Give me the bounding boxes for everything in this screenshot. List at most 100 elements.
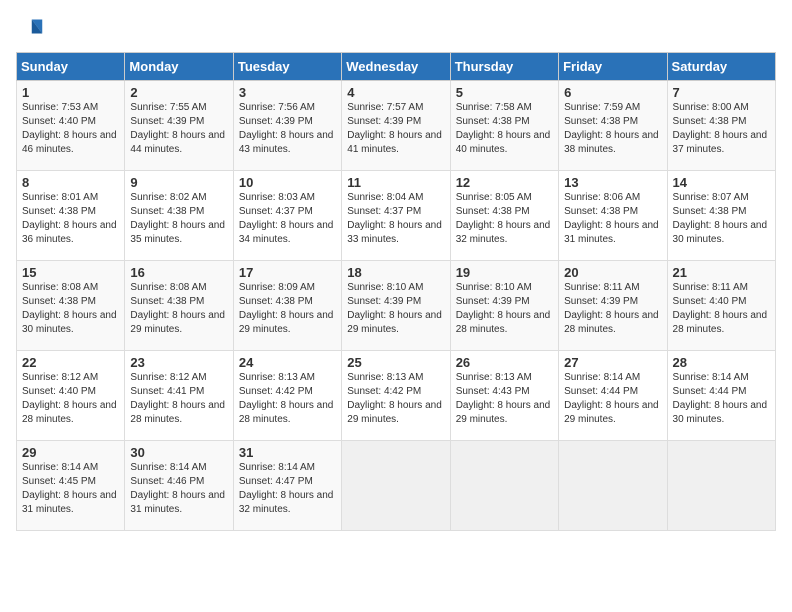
day-info: Sunrise: 8:13 AM Sunset: 4:42 PM Dayligh… — [347, 371, 444, 427]
day-info: Sunrise: 8:07 AM Sunset: 4:38 PM Dayligh… — [673, 191, 770, 247]
logo — [16, 16, 48, 44]
calendar-header: SundayMondayTuesdayWednesdayThursdayFrid… — [17, 53, 776, 81]
header-saturday: Saturday — [667, 53, 775, 81]
day-info: Sunrise: 7:55 AM Sunset: 4:39 PM Dayligh… — [130, 101, 227, 157]
day-cell: 15 Sunrise: 8:08 AM Sunset: 4:38 PM Dayl… — [17, 261, 125, 351]
day-info: Sunrise: 8:11 AM Sunset: 4:39 PM Dayligh… — [564, 281, 661, 337]
day-cell: 2 Sunrise: 7:55 AM Sunset: 4:39 PM Dayli… — [125, 81, 233, 171]
week-row-4: 22 Sunrise: 8:12 AM Sunset: 4:40 PM Dayl… — [17, 351, 776, 441]
day-info: Sunrise: 7:56 AM Sunset: 4:39 PM Dayligh… — [239, 101, 336, 157]
header-friday: Friday — [559, 53, 667, 81]
day-cell: 24 Sunrise: 8:13 AM Sunset: 4:42 PM Dayl… — [233, 351, 341, 441]
day-number: 28 — [673, 355, 770, 370]
day-number: 20 — [564, 265, 661, 280]
page-header — [16, 16, 776, 44]
day-cell: 23 Sunrise: 8:12 AM Sunset: 4:41 PM Dayl… — [125, 351, 233, 441]
day-info: Sunrise: 8:03 AM Sunset: 4:37 PM Dayligh… — [239, 191, 336, 247]
day-info: Sunrise: 8:14 AM Sunset: 4:47 PM Dayligh… — [239, 461, 336, 517]
week-row-1: 1 Sunrise: 7:53 AM Sunset: 4:40 PM Dayli… — [17, 81, 776, 171]
day-cell: 5 Sunrise: 7:58 AM Sunset: 4:38 PM Dayli… — [450, 81, 558, 171]
day-cell: 1 Sunrise: 7:53 AM Sunset: 4:40 PM Dayli… — [17, 81, 125, 171]
day-cell: 4 Sunrise: 7:57 AM Sunset: 4:39 PM Dayli… — [342, 81, 450, 171]
day-cell: 7 Sunrise: 8:00 AM Sunset: 4:38 PM Dayli… — [667, 81, 775, 171]
day-cell: 22 Sunrise: 8:12 AM Sunset: 4:40 PM Dayl… — [17, 351, 125, 441]
day-cell: 26 Sunrise: 8:13 AM Sunset: 4:43 PM Dayl… — [450, 351, 558, 441]
day-cell: 27 Sunrise: 8:14 AM Sunset: 4:44 PM Dayl… — [559, 351, 667, 441]
day-number: 24 — [239, 355, 336, 370]
day-info: Sunrise: 8:14 AM Sunset: 4:44 PM Dayligh… — [564, 371, 661, 427]
day-number: 16 — [130, 265, 227, 280]
day-cell: 12 Sunrise: 8:05 AM Sunset: 4:38 PM Dayl… — [450, 171, 558, 261]
day-cell: 31 Sunrise: 8:14 AM Sunset: 4:47 PM Dayl… — [233, 441, 341, 531]
day-info: Sunrise: 8:00 AM Sunset: 4:38 PM Dayligh… — [673, 101, 770, 157]
calendar-body: 1 Sunrise: 7:53 AM Sunset: 4:40 PM Dayli… — [17, 81, 776, 531]
day-number: 10 — [239, 175, 336, 190]
day-info: Sunrise: 8:11 AM Sunset: 4:40 PM Dayligh… — [673, 281, 770, 337]
day-cell: 20 Sunrise: 8:11 AM Sunset: 4:39 PM Dayl… — [559, 261, 667, 351]
day-cell: 17 Sunrise: 8:09 AM Sunset: 4:38 PM Dayl… — [233, 261, 341, 351]
day-cell: 30 Sunrise: 8:14 AM Sunset: 4:46 PM Dayl… — [125, 441, 233, 531]
day-info: Sunrise: 8:08 AM Sunset: 4:38 PM Dayligh… — [22, 281, 119, 337]
day-info: Sunrise: 7:57 AM Sunset: 4:39 PM Dayligh… — [347, 101, 444, 157]
day-info: Sunrise: 8:05 AM Sunset: 4:38 PM Dayligh… — [456, 191, 553, 247]
day-number: 9 — [130, 175, 227, 190]
day-number: 2 — [130, 85, 227, 100]
day-info: Sunrise: 8:12 AM Sunset: 4:41 PM Dayligh… — [130, 371, 227, 427]
day-cell: 11 Sunrise: 8:04 AM Sunset: 4:37 PM Dayl… — [342, 171, 450, 261]
day-cell: 28 Sunrise: 8:14 AM Sunset: 4:44 PM Dayl… — [667, 351, 775, 441]
day-cell — [667, 441, 775, 531]
day-cell — [559, 441, 667, 531]
day-info: Sunrise: 7:58 AM Sunset: 4:38 PM Dayligh… — [456, 101, 553, 157]
day-info: Sunrise: 8:04 AM Sunset: 4:37 PM Dayligh… — [347, 191, 444, 247]
day-number: 29 — [22, 445, 119, 460]
day-info: Sunrise: 8:06 AM Sunset: 4:38 PM Dayligh… — [564, 191, 661, 247]
day-info: Sunrise: 8:08 AM Sunset: 4:38 PM Dayligh… — [130, 281, 227, 337]
day-number: 31 — [239, 445, 336, 460]
week-row-3: 15 Sunrise: 8:08 AM Sunset: 4:38 PM Dayl… — [17, 261, 776, 351]
header-tuesday: Tuesday — [233, 53, 341, 81]
day-number: 3 — [239, 85, 336, 100]
day-number: 18 — [347, 265, 444, 280]
day-number: 19 — [456, 265, 553, 280]
day-cell: 25 Sunrise: 8:13 AM Sunset: 4:42 PM Dayl… — [342, 351, 450, 441]
week-row-2: 8 Sunrise: 8:01 AM Sunset: 4:38 PM Dayli… — [17, 171, 776, 261]
day-info: Sunrise: 8:14 AM Sunset: 4:45 PM Dayligh… — [22, 461, 119, 517]
day-cell: 14 Sunrise: 8:07 AM Sunset: 4:38 PM Dayl… — [667, 171, 775, 261]
day-cell: 19 Sunrise: 8:10 AM Sunset: 4:39 PM Dayl… — [450, 261, 558, 351]
day-number: 22 — [22, 355, 119, 370]
day-number: 6 — [564, 85, 661, 100]
day-cell — [450, 441, 558, 531]
day-info: Sunrise: 8:14 AM Sunset: 4:44 PM Dayligh… — [673, 371, 770, 427]
header-wednesday: Wednesday — [342, 53, 450, 81]
day-number: 4 — [347, 85, 444, 100]
day-info: Sunrise: 8:10 AM Sunset: 4:39 PM Dayligh… — [456, 281, 553, 337]
calendar-table: SundayMondayTuesdayWednesdayThursdayFrid… — [16, 52, 776, 531]
day-cell: 9 Sunrise: 8:02 AM Sunset: 4:38 PM Dayli… — [125, 171, 233, 261]
day-info: Sunrise: 8:10 AM Sunset: 4:39 PM Dayligh… — [347, 281, 444, 337]
day-cell: 8 Sunrise: 8:01 AM Sunset: 4:38 PM Dayli… — [17, 171, 125, 261]
day-info: Sunrise: 7:53 AM Sunset: 4:40 PM Dayligh… — [22, 101, 119, 157]
day-number: 21 — [673, 265, 770, 280]
day-number: 23 — [130, 355, 227, 370]
day-number: 25 — [347, 355, 444, 370]
day-cell: 29 Sunrise: 8:14 AM Sunset: 4:45 PM Dayl… — [17, 441, 125, 531]
day-cell — [342, 441, 450, 531]
day-cell: 16 Sunrise: 8:08 AM Sunset: 4:38 PM Dayl… — [125, 261, 233, 351]
day-number: 15 — [22, 265, 119, 280]
day-cell: 6 Sunrise: 7:59 AM Sunset: 4:38 PM Dayli… — [559, 81, 667, 171]
day-info: Sunrise: 8:01 AM Sunset: 4:38 PM Dayligh… — [22, 191, 119, 247]
day-number: 13 — [564, 175, 661, 190]
day-number: 30 — [130, 445, 227, 460]
day-number: 12 — [456, 175, 553, 190]
header-sunday: Sunday — [17, 53, 125, 81]
day-cell: 21 Sunrise: 8:11 AM Sunset: 4:40 PM Dayl… — [667, 261, 775, 351]
day-number: 17 — [239, 265, 336, 280]
day-info: Sunrise: 8:13 AM Sunset: 4:42 PM Dayligh… — [239, 371, 336, 427]
day-cell: 3 Sunrise: 7:56 AM Sunset: 4:39 PM Dayli… — [233, 81, 341, 171]
day-info: Sunrise: 8:14 AM Sunset: 4:46 PM Dayligh… — [130, 461, 227, 517]
day-cell: 18 Sunrise: 8:10 AM Sunset: 4:39 PM Dayl… — [342, 261, 450, 351]
day-number: 26 — [456, 355, 553, 370]
day-info: Sunrise: 8:13 AM Sunset: 4:43 PM Dayligh… — [456, 371, 553, 427]
day-info: Sunrise: 8:12 AM Sunset: 4:40 PM Dayligh… — [22, 371, 119, 427]
day-info: Sunrise: 7:59 AM Sunset: 4:38 PM Dayligh… — [564, 101, 661, 157]
